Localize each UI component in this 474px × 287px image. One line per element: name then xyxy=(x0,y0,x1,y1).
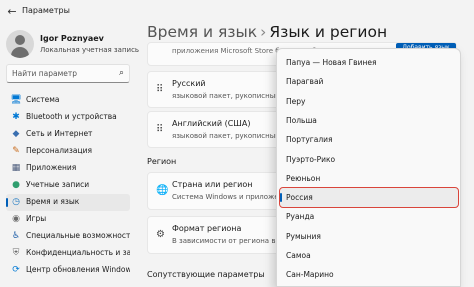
sidebar-item-label: Конфиденциальность и защита xyxy=(26,248,130,257)
row-title: Формат региона xyxy=(172,224,242,233)
row-title: Страна или регион xyxy=(172,180,253,189)
account-type: Локальная учетная запись xyxy=(40,46,140,54)
sidebar-item-icon: 🖥 xyxy=(10,95,22,105)
language-title: Русский xyxy=(172,79,206,88)
related-settings-heading: Сопутствующие параметры xyxy=(147,270,265,279)
dropdown-option[interactable]: Самоа xyxy=(280,246,458,265)
dropdown-option[interactable]: Пуэрто-Рико xyxy=(280,150,458,169)
back-arrow-icon[interactable]: ← xyxy=(4,4,20,20)
dropdown-option[interactable]: Руанда xyxy=(280,207,458,226)
user-profile[interactable]: Igor Poznyaev Локальная учетная запись xyxy=(6,30,139,58)
sidebar-item-icon: ◷ xyxy=(12,197,20,207)
sidebar-item-label: Специальные возможности xyxy=(26,231,130,240)
sidebar-item-label: Bluetooth и устройства xyxy=(26,112,117,121)
sidebar-item-icon: ✎ xyxy=(12,146,20,156)
search-input[interactable]: Найти параметр ⌕ xyxy=(6,64,130,83)
breadcrumb-parent[interactable]: Время и язык xyxy=(147,23,257,41)
dropdown-option[interactable]: Парагвай xyxy=(280,72,458,91)
dropdown-option[interactable]: Сан-Марино xyxy=(280,265,458,284)
sidebar-item-icon: ⛨ xyxy=(12,248,20,258)
avatar-body-icon xyxy=(11,47,29,58)
app-title: Параметры xyxy=(22,6,70,15)
sidebar-item-icon: ▦ xyxy=(11,163,21,173)
avatar xyxy=(6,30,34,58)
sidebar-item-icon: ⟳ xyxy=(12,265,20,275)
search-placeholder: Найти параметр xyxy=(12,69,77,78)
dropdown-option[interactable]: Румыния xyxy=(280,227,458,246)
avatar-head-icon xyxy=(15,35,25,45)
dropdown-option[interactable]: Папуа — Новая Гвинея xyxy=(280,53,458,72)
globe-icon: 🌐 xyxy=(156,185,169,196)
sidebar-nav: 🖥 Система ✱ Bluetooth и устройства ◆ Сеть и И… xyxy=(6,92,130,279)
sidebar-item-label: Приложения xyxy=(26,163,77,172)
sidebar-item-icon: ● xyxy=(12,180,20,190)
format-icon: ⚙ xyxy=(156,229,165,240)
country-dropdown-list[interactable]: Папуа — Новая Гвинея Парагвай Перу Польша По… xyxy=(276,48,461,287)
dropdown-option-selected[interactable]: Россия xyxy=(279,187,459,209)
drag-handle-icon[interactable]: ⠿ xyxy=(156,124,163,135)
sidebar-item-icon: ♿ xyxy=(11,231,21,241)
sidebar-item-label: Сеть и Интернет xyxy=(26,129,93,138)
sidebar-item[interactable]: ▦ Приложения xyxy=(6,160,130,177)
sidebar-item-label: Персонализация xyxy=(26,146,92,155)
sidebar-item-icon: ◆ xyxy=(12,129,20,139)
sidebar-item[interactable]: ✱ Bluetooth и устройства xyxy=(6,109,130,126)
dropdown-option[interactable]: Польша xyxy=(280,111,458,130)
sidebar-item-label: Учетные записи xyxy=(26,180,90,189)
sidebar-item[interactable]: ◷ Время и язык xyxy=(6,194,130,211)
sidebar-item[interactable]: ⛨ Конфиденциальность и защита xyxy=(6,245,130,262)
breadcrumb-current: Язык и регион xyxy=(269,23,388,41)
dropdown-option[interactable]: Реюньон xyxy=(280,169,458,188)
sidebar-item-label: Время и язык xyxy=(26,197,80,206)
language-title: Английский (США) xyxy=(172,119,251,128)
region-section-heading: Регион xyxy=(147,157,177,166)
sidebar-item-label: Центр обновления Windows xyxy=(26,265,130,274)
sidebar-item[interactable]: ⟳ Центр обновления Windows xyxy=(6,262,130,279)
title-bar: ← Параметры xyxy=(0,0,474,24)
sidebar-item-label: Система xyxy=(26,95,60,104)
sidebar-item-label: Игры xyxy=(26,214,47,223)
sidebar-item-icon: ◉ xyxy=(12,214,20,224)
sidebar-item[interactable]: ✎ Персонализация xyxy=(6,143,130,160)
sidebar-item[interactable]: 🖥 Система xyxy=(6,92,130,109)
sidebar-item[interactable]: ● Учетные записи xyxy=(6,177,130,194)
breadcrumb-separator: › xyxy=(260,23,267,41)
dropdown-option[interactable]: Перу xyxy=(280,92,458,111)
search-icon: ⌕ xyxy=(118,68,124,78)
dropdown-option[interactable]: Португалия xyxy=(280,130,458,149)
sidebar-item[interactable]: ◆ Сеть и Интернет xyxy=(6,126,130,143)
sidebar-item[interactable]: ♿ Специальные возможности xyxy=(6,228,130,245)
page-title: Время и язык › Язык и регион xyxy=(147,23,387,41)
sidebar-item[interactable]: ◉ Игры xyxy=(6,211,130,228)
user-name: Igor Poznyaev xyxy=(40,34,104,43)
sidebar-item-icon: ✱ xyxy=(12,112,20,122)
drag-handle-icon[interactable]: ⠿ xyxy=(156,84,163,95)
